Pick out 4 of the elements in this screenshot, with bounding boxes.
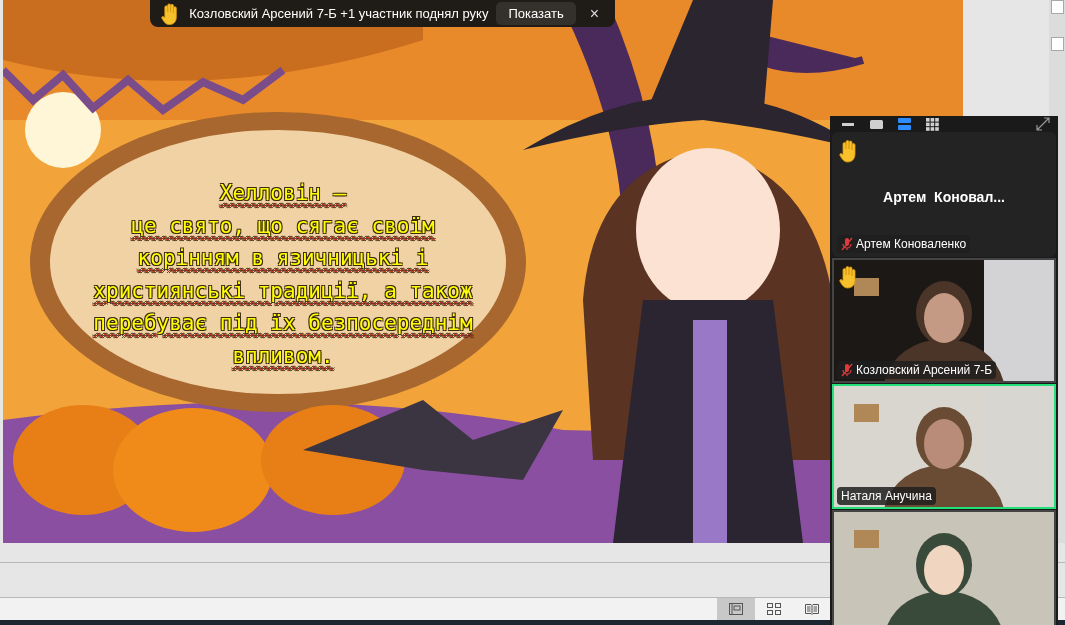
- normal-view-icon: [729, 603, 743, 615]
- reading-view-icon: [805, 603, 819, 615]
- slide-sorter-icon: [767, 603, 781, 615]
- expand-icon[interactable]: [1036, 117, 1050, 131]
